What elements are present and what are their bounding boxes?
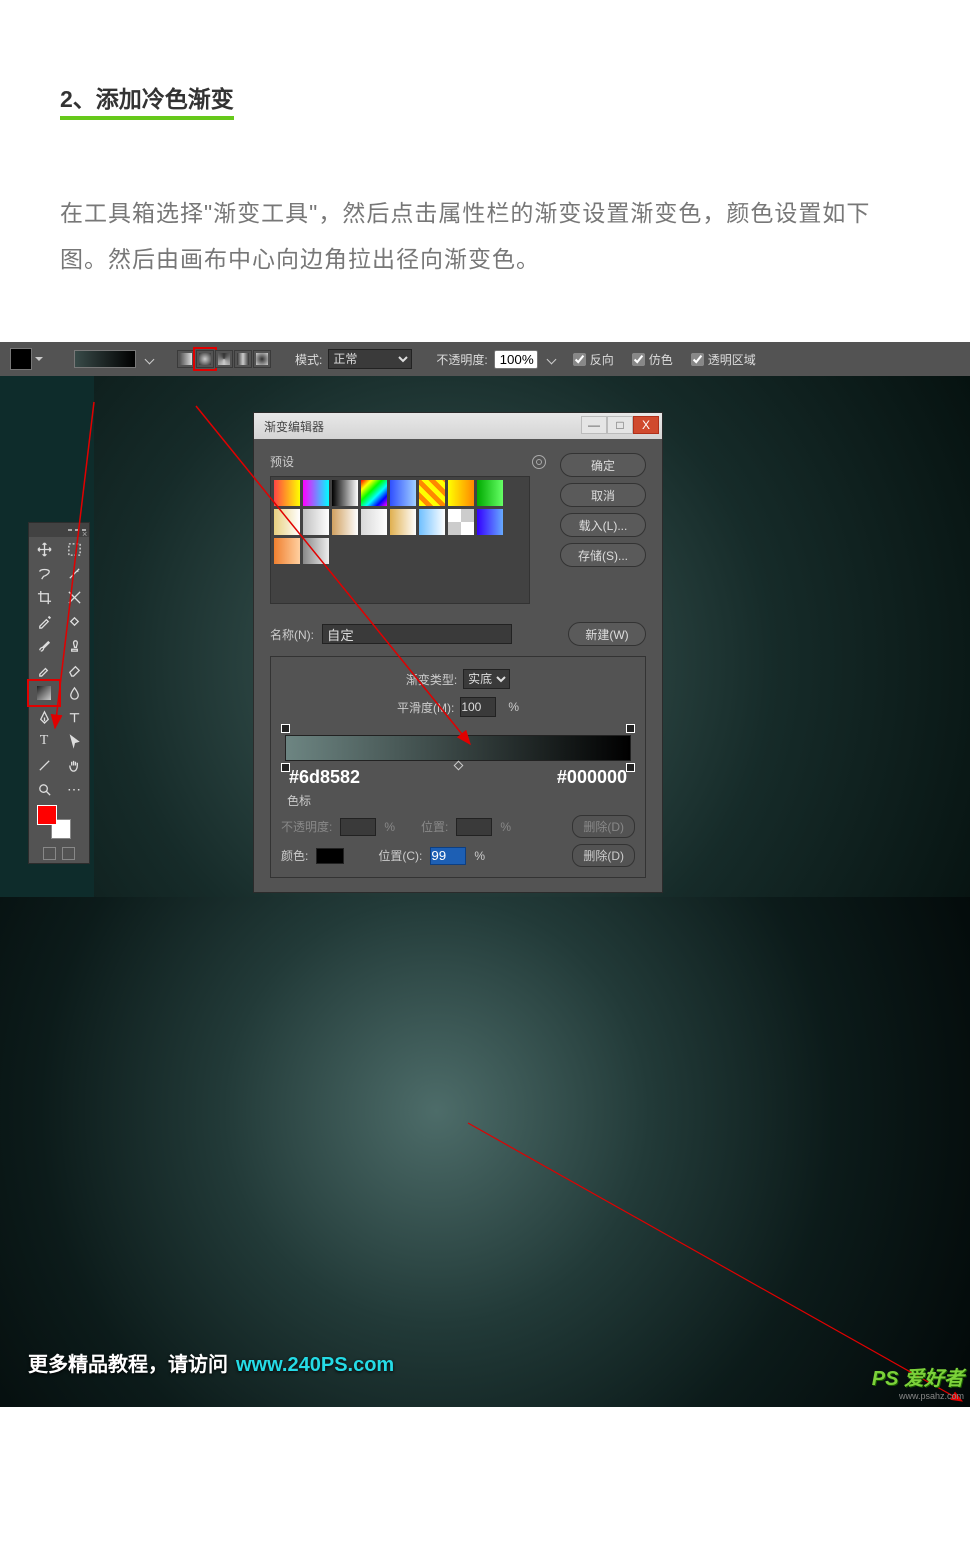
opacity-stop-right[interactable] — [626, 724, 635, 733]
presets-label: 预设 — [270, 453, 294, 470]
gradient-editor-dialog: 渐变编辑器 — □ X 预设 确定 取消 载入(L)... 存储(S)... — [253, 412, 663, 893]
gradient-tool-icon[interactable] — [29, 681, 59, 705]
stop-color-swatch[interactable] — [316, 848, 344, 864]
marquee-tool-icon[interactable] — [59, 537, 89, 561]
path-select-icon[interactable] — [59, 729, 89, 753]
gradient-reflected-icon[interactable] — [234, 350, 252, 368]
mode-label: 模式: — [295, 351, 322, 368]
type-label: 渐变类型: — [406, 671, 457, 688]
dialog-titlebar[interactable]: 渐变编辑器 — □ X — [254, 413, 662, 439]
delete-color-stop-button[interactable]: 删除(D) — [572, 844, 635, 867]
right-hex: #000000 — [557, 767, 627, 788]
stop-position2-input[interactable] — [430, 847, 466, 865]
preset-swatch[interactable] — [419, 509, 445, 535]
delete-opacity-stop-button: 删除(D) — [572, 815, 635, 838]
history-brush-icon[interactable] — [29, 657, 59, 681]
type-select[interactable]: 实底 — [463, 669, 510, 689]
text-tool-icon[interactable]: T — [29, 729, 59, 753]
transparency-checkbox[interactable]: 透明区域 — [691, 351, 756, 368]
opacity-input[interactable] — [494, 350, 538, 369]
credit-line: 更多精品教程，请访问 www.240PS.com — [28, 1348, 394, 1377]
dither-checkbox[interactable]: 仿色 — [632, 351, 673, 368]
preset-swatch[interactable] — [303, 480, 329, 506]
minimize-icon[interactable]: — — [581, 416, 607, 434]
lasso-tool-icon[interactable] — [29, 561, 59, 585]
close-icon[interactable]: X — [633, 416, 659, 434]
brush-tool-icon[interactable] — [29, 633, 59, 657]
save-button[interactable]: 存储(S)... — [560, 543, 646, 567]
options-bar: 模式: 正常 不透明度: 反向 仿色 透明区域 — [0, 342, 970, 376]
screenshot-photoshop: 模式: 正常 不透明度: 反向 仿色 透明区域 × T ⋯ 渐变编辑器 — □ — [0, 342, 970, 897]
mode-select[interactable]: 正常 — [328, 349, 412, 369]
blur-tool-icon[interactable] — [59, 681, 89, 705]
gradient-angle-icon[interactable] — [215, 350, 233, 368]
more-icon[interactable]: ⋯ — [59, 777, 89, 801]
screenmode-icon[interactable] — [62, 847, 75, 860]
credit-link[interactable]: www.240PS.com — [236, 1354, 394, 1377]
gradient-diamond-icon[interactable] — [253, 350, 271, 368]
cancel-button[interactable]: 取消 — [560, 483, 646, 507]
hand-tool-icon[interactable] — [59, 753, 89, 777]
smooth-input[interactable] — [460, 697, 496, 717]
gradient-radial-icon[interactable] — [196, 350, 214, 368]
eraser-tool-icon[interactable] — [59, 657, 89, 681]
maximize-icon[interactable]: □ — [607, 416, 633, 434]
color-stop-right[interactable] — [626, 763, 635, 772]
smooth-label: 平滑度(M): — [397, 699, 454, 716]
preset-swatch[interactable] — [303, 509, 329, 535]
preset-swatch[interactable] — [332, 509, 358, 535]
gradient-bar[interactable] — [285, 735, 631, 761]
slice-tool-icon[interactable] — [59, 585, 89, 609]
preset-swatch[interactable] — [419, 480, 445, 506]
preset-swatch[interactable] — [477, 480, 503, 506]
gear-icon[interactable] — [532, 455, 546, 469]
stops-label: 色标 — [287, 792, 635, 809]
wand-tool-icon[interactable] — [59, 561, 89, 585]
eyedropper-tool-icon[interactable] — [29, 609, 59, 633]
gradient-linear-icon[interactable] — [177, 350, 195, 368]
preset-swatch[interactable] — [361, 509, 387, 535]
ok-button[interactable]: 确定 — [560, 453, 646, 477]
stamp-tool-icon[interactable] — [59, 633, 89, 657]
preset-swatch[interactable] — [332, 480, 358, 506]
opacity-label: 不透明度: — [436, 351, 487, 368]
preset-swatch[interactable] — [361, 480, 387, 506]
preset-swatch[interactable] — [303, 538, 329, 564]
line-tool-icon[interactable] — [29, 753, 59, 777]
section-body: 在工具箱选择"渐变工具"，然后点击属性栏的渐变设置渐变色，颜色设置如下图。然后由… — [60, 190, 910, 282]
zoom-tool-icon[interactable] — [29, 777, 59, 801]
new-button[interactable]: 新建(W) — [568, 622, 646, 646]
stop-opacity-input — [340, 818, 376, 836]
quickmask-icon[interactable] — [43, 847, 56, 860]
gradient-sample[interactable] — [74, 350, 136, 368]
tool-preset-swatch[interactable] — [10, 348, 32, 370]
reverse-checkbox[interactable]: 反向 — [573, 351, 614, 368]
crop-tool-icon[interactable] — [29, 585, 59, 609]
left-hex: #6d8582 — [289, 767, 360, 788]
move-tool-icon[interactable] — [29, 537, 59, 561]
name-label: 名称(N): — [270, 626, 314, 643]
stop-position-input — [456, 818, 492, 836]
type-tool-icon[interactable] — [59, 705, 89, 729]
preset-grid[interactable] — [270, 476, 530, 604]
preset-swatch[interactable] — [274, 480, 300, 506]
watermark: PS 爱好者 www.psahz.com — [872, 1362, 964, 1401]
preset-swatch[interactable] — [274, 509, 300, 535]
section-title: 2、添加冷色渐变 — [60, 80, 234, 120]
color-stop-left[interactable] — [281, 763, 290, 772]
preset-swatch[interactable] — [448, 509, 474, 535]
preset-swatch[interactable] — [448, 480, 474, 506]
tools-panel: × T ⋯ — [28, 522, 90, 864]
opacity-stop-left[interactable] — [281, 724, 290, 733]
screenshot-result: 更多精品教程，请访问 www.240PS.com PS 爱好者 www.psah… — [0, 897, 970, 1407]
name-input[interactable] — [322, 624, 512, 644]
preset-swatch[interactable] — [274, 538, 300, 564]
heal-tool-icon[interactable] — [59, 609, 89, 633]
load-button[interactable]: 载入(L)... — [560, 513, 646, 537]
pen-tool-icon[interactable] — [29, 705, 59, 729]
preset-swatch[interactable] — [477, 509, 503, 535]
preset-swatch[interactable] — [390, 480, 416, 506]
preset-swatch[interactable] — [390, 509, 416, 535]
color-swatches[interactable] — [29, 801, 89, 843]
